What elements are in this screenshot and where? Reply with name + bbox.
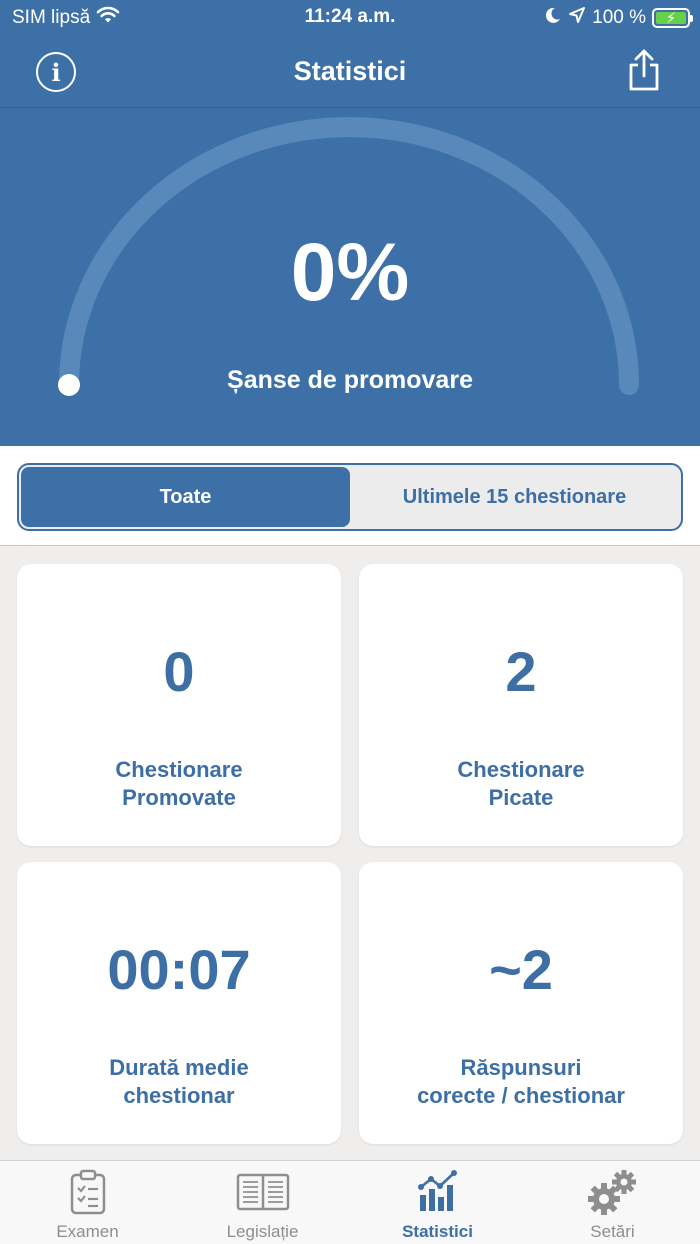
stat-label-line: Chestionare: [115, 757, 243, 782]
stat-label-line: chestionar: [123, 1083, 235, 1108]
location-arrow-icon: [568, 6, 586, 30]
gauge-label: Șanse de promovare: [227, 366, 473, 394]
tab-statistici[interactable]: Statistici: [350, 1161, 525, 1244]
battery-icon: ⚡: [652, 8, 693, 28]
stat-value: 2: [505, 640, 537, 703]
tab-legislatie[interactable]: Legislație: [175, 1161, 350, 1244]
tab-label: Legislație: [226, 1222, 299, 1241]
status-right: 100 % ⚡: [544, 6, 693, 30]
chart-icon: [416, 1169, 460, 1218]
pass-chance-gauge: 0% Șanse de promovare: [0, 108, 700, 446]
gauge-value: 0%: [290, 227, 410, 318]
gears-icon: [586, 1169, 640, 1220]
navigation-bar: i Statistici: [0, 36, 700, 108]
filter-option-last-15[interactable]: Ultimele 15 chestionare: [350, 467, 679, 527]
stat-value: 00:07: [107, 938, 251, 1001]
tab-setari[interactable]: Setări: [525, 1161, 700, 1244]
stat-card-failed: 2 Chestionare Picate: [359, 564, 683, 846]
stat-label: Răspunsuri corecte / chestionar: [359, 1054, 683, 1110]
tab-label: Examen: [56, 1222, 119, 1241]
stat-label-line: Chestionare: [457, 757, 585, 782]
stat-card-avg-duration: 00:07 Durată medie chestionar: [17, 862, 341, 1144]
stat-label-line: corecte / chestionar: [417, 1083, 625, 1108]
page-title: Statistici: [293, 56, 407, 86]
stat-label: Durată medie chestionar: [17, 1054, 341, 1110]
stat-label-line: Promovate: [122, 785, 236, 810]
tab-label: Statistici: [402, 1222, 473, 1241]
stat-value: ~2: [489, 938, 553, 1001]
filter-segmented-control: Toate Ultimele 15 chestionare: [17, 463, 683, 531]
stat-card-correct-answers: ~2 Răspunsuri corecte / chestionar: [359, 862, 683, 1144]
status-bar: SIM lipsă 11:24 a.m. 100 % ⚡: [0, 0, 700, 36]
battery-percent: 100 %: [592, 7, 646, 28]
stat-card-passed: 0 Chestionare Promovate: [17, 564, 341, 846]
stat-label: Chestionare Picate: [359, 756, 683, 812]
tab-examen[interactable]: Examen: [0, 1161, 175, 1244]
stat-value: 0: [163, 640, 195, 703]
filter-option-all[interactable]: Toate: [21, 467, 350, 527]
tab-label: Setări: [590, 1222, 635, 1241]
stat-label: Chestionare Promovate: [17, 756, 341, 812]
filter-area: Toate Ultimele 15 chestionare: [0, 446, 700, 546]
share-icon[interactable]: [626, 48, 662, 92]
moon-icon: [544, 6, 562, 30]
stat-label-line: Răspunsuri: [460, 1055, 582, 1080]
tab-bar: Examen Legislație Statistici Setări: [0, 1160, 700, 1244]
clipboard-checklist-icon: [68, 1169, 108, 1220]
stat-label-line: Durată medie: [109, 1055, 249, 1080]
open-book-icon: [236, 1169, 290, 1218]
stat-label-line: Picate: [488, 785, 554, 810]
